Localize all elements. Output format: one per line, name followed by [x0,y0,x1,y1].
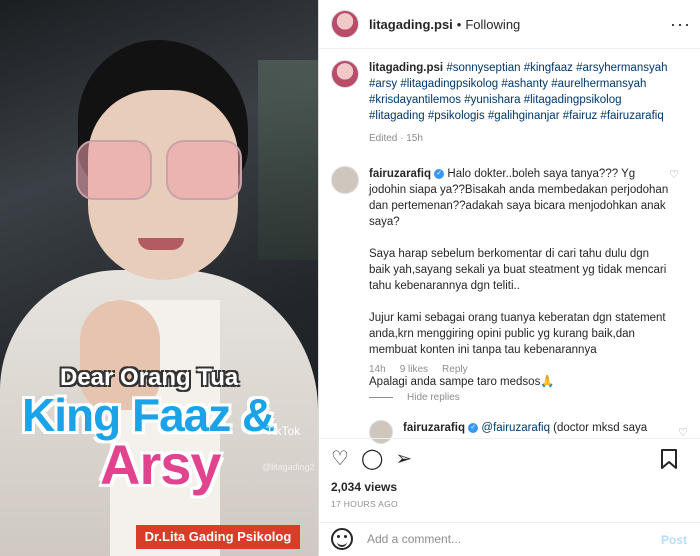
comment-meta: 14h 9 likes Reply [369,364,468,375]
caption-hashtags-1[interactable]: #sonnyseptian #kingfaaz #arsyhermansyah [446,62,667,74]
add-comment-input[interactable] [367,532,647,546]
post-header: litagading.psi • Following ··· [319,0,700,48]
reply-avatar[interactable] [369,420,393,444]
reply-text: (doctor mksd saya [553,422,648,434]
post-comment-button[interactable]: Post [661,533,687,547]
reply-item: fairuzarafiq ✓ @fairuzarafiq (doctor mks… [369,420,647,444]
posted-time: 17 HOURS AGO [331,499,398,509]
video-banner: Dr.Lita Gading Psikolog [136,525,300,549]
tiktok-watermark: TikTok [266,424,301,438]
reply-username[interactable]: fairuzarafiq [403,422,465,434]
comment-text-2: Saya harap sebelum berkomentar di cari t… [369,248,667,292]
heart-icon[interactable]: ♡ [331,449,349,469]
comment-icon[interactable]: ◯ [361,449,383,469]
glasses-right-lens [166,140,242,200]
comment-like-heart-icon[interactable]: ♡ [669,168,679,181]
reply-mention[interactable]: @fairuzarafiq [481,422,550,434]
post-caption: litagading.psi #sonnyseptian #kingfaaz #… [331,60,691,124]
person-mouth [138,238,184,250]
comment-likes[interactable]: 9 likes [400,364,428,375]
hide-replies-line [369,397,393,398]
author-avatar[interactable] [331,10,359,38]
reply-body: fairuzarafiq ✓ @fairuzarafiq (doctor mks… [403,420,647,444]
verified-badge-icon: ✓ [434,168,445,179]
header-separator: • [456,16,462,32]
bookmark-icon[interactable] [661,449,677,473]
emoji-icon[interactable] [331,528,353,550]
caption-hashtags-3[interactable]: #krisdayantilemos #yunishara #litagading… [369,94,622,106]
caption-hashtags-2[interactable]: #arsy #litagadingpsikolog #ashanty #aure… [369,78,646,90]
header-divider [319,48,700,49]
video-title-line3: Arsy [100,433,222,496]
author-username[interactable]: litagading.psi [369,17,453,32]
caption-edited-time: Edited · 15h [369,133,423,144]
following-button[interactable]: Following [465,17,520,32]
commenter-avatar[interactable] [331,166,359,194]
caption-avatar[interactable] [331,60,359,88]
commenter-username[interactable]: fairuzarafiq [369,168,431,180]
hide-replies-button[interactable]: Hide replies [369,392,460,403]
hide-replies-label: Hide replies [407,392,460,403]
instagram-post-modal: Dear Orang Tua King Faaz & Arsy TikTok @… [0,0,700,556]
post-side-panel: litagading.psi • Following ··· litagadin… [318,0,700,556]
comment-paragraph-1: fairuzarafiq ✓ Halo dokter..boleh saya t… [369,166,669,230]
add-comment-bar: Post [319,522,700,556]
glasses-left-lens [76,140,152,200]
caption-hashtags-4[interactable]: #litagading #psikologis #galihginanjar #… [369,110,664,122]
actions-divider [319,438,700,439]
share-icon[interactable]: ➢ [395,449,412,469]
comment-text-3: Jujur kami sebagai orang tuanya keberata… [369,312,666,356]
comment-reply-button[interactable]: Reply [442,364,468,375]
caption-username[interactable]: litagading.psi [369,62,443,74]
more-options-icon[interactable]: ··· [670,14,691,35]
reply-verified-badge-icon: ✓ [468,422,479,433]
post-video[interactable]: Dear Orang Tua King Faaz & Arsy TikTok @… [0,0,318,556]
tiktok-handle: @litagading2 [262,462,315,472]
post-actions: ♡ ◯ ➢ [331,447,689,471]
view-count[interactable]: 2,034 views [331,480,397,494]
car-window [258,60,318,260]
caption-text: litagading.psi #sonnyseptian #kingfaaz #… [369,60,668,124]
comment-time: 14h [369,364,386,375]
comment-text-4: Apalagi anda sampe taro medsos🙏 [369,376,555,388]
